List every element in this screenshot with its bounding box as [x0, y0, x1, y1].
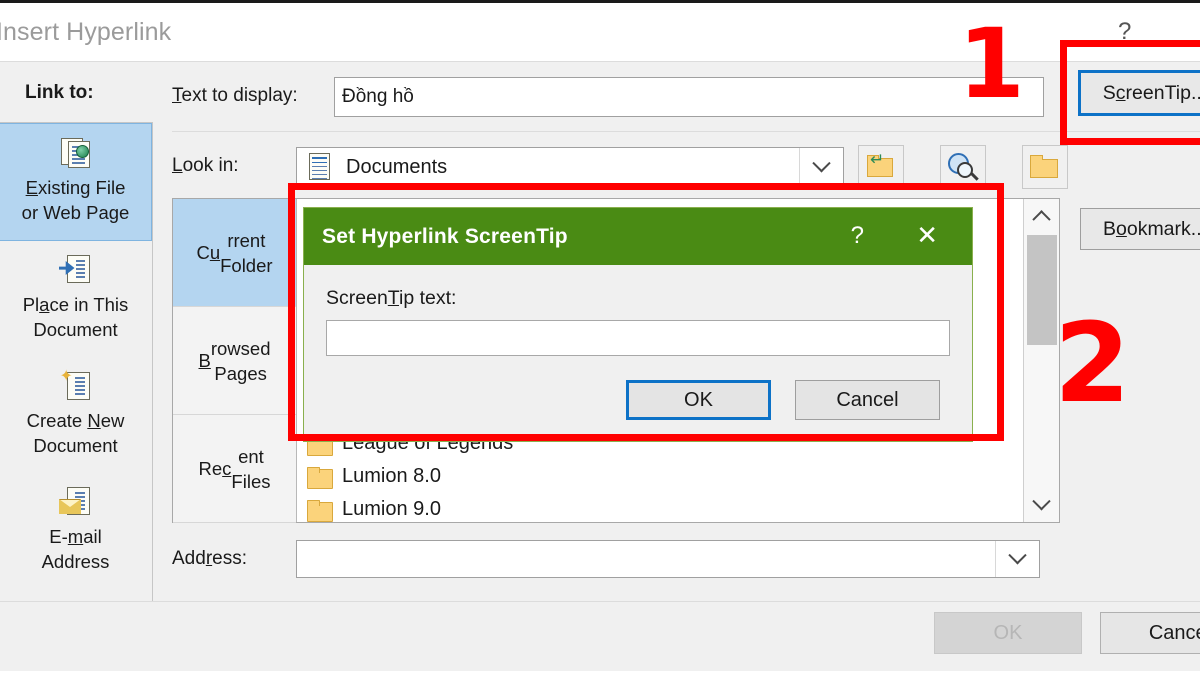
cancel-button[interactable]: Cancel	[1100, 612, 1200, 654]
sidebar-item-place-in-this-document[interactable]: Place in This Document	[0, 241, 152, 357]
look-in-combobox[interactable]: Documents	[296, 147, 844, 187]
look-in-value: Documents	[346, 155, 448, 178]
email-address-icon	[58, 486, 93, 518]
scroll-down-icon[interactable]	[1024, 488, 1059, 522]
tab-recent-files[interactable]: Re c ent Files	[173, 415, 296, 523]
list-item[interactable]: Lumion 8.0	[297, 460, 1059, 493]
documents-folder-icon	[307, 153, 333, 181]
existing-file-or-web-page-icon	[59, 137, 93, 169]
annotation-marker-1: 1	[958, 8, 1025, 120]
bookmark-button[interactable]: Bookmark...	[1080, 208, 1200, 250]
annotation-box-screentip-button	[1060, 40, 1200, 145]
sidebar-item-email-address[interactable]: E-mail Address	[0, 473, 152, 589]
file-name: Lumion 8.0	[342, 465, 441, 487]
folder-icon	[307, 466, 333, 489]
sidebar-item-create-new-document[interactable]: ✦ Create New Document	[0, 357, 152, 473]
create-new-document-icon: ✦	[59, 369, 93, 402]
text-to-display-input[interactable]: Đồng hồ	[334, 77, 1044, 117]
list-item[interactable]: Lumion 9.0	[297, 493, 1059, 522]
ok-button[interactable]: OK	[934, 612, 1082, 654]
sidebar-item-label: Place in This Document	[22, 294, 129, 340]
look-in-label: Look in:	[172, 155, 239, 176]
folder-icon	[307, 499, 333, 522]
ok-button-label: OK	[993, 621, 1023, 644]
window-bottom-border	[0, 671, 1200, 675]
sidebar-item-label: Existing File or Web Page	[21, 177, 130, 223]
sidebar-item-existing-file-or-web-page[interactable]: Existing File or Web Page	[0, 123, 152, 241]
scrollbar-thumb[interactable]	[1027, 235, 1057, 345]
file-name: Lumion 9.0	[342, 498, 441, 520]
insert-hyperlink-dialog: Insert Hyperlink ? Link to: Existing Fil…	[0, 0, 1200, 675]
sidebar-item-label: E-mail Address	[41, 526, 110, 572]
tab-current-folder[interactable]: Cu rrent Folder	[173, 199, 296, 307]
divider-top	[172, 131, 1200, 132]
address-label: Address:	[172, 548, 247, 569]
window-title: Insert Hyperlink	[0, 18, 172, 46]
look-in-dropdown-arrow[interactable]	[799, 148, 843, 186]
address-dropdown-arrow[interactable]	[995, 541, 1039, 577]
sidebar-item-label: Create New Document	[26, 410, 125, 456]
text-to-display-value: Đồng hồ	[342, 86, 414, 107]
text-to-display-label: Text to display:	[172, 85, 298, 106]
annotation-box-screentip-dialog	[288, 183, 1004, 441]
browser-tab-column: Cu rrent Folder Browsed Pages Re c ent Files	[173, 199, 297, 523]
browse-for-file-icon[interactable]	[1022, 145, 1068, 189]
address-input[interactable]	[296, 540, 1040, 578]
annotation-marker-2: 2	[1054, 299, 1131, 427]
link-to-label: Link to:	[25, 82, 94, 103]
scroll-up-icon[interactable]	[1024, 199, 1059, 233]
link-to-list: Existing File or Web Page Place in This Do…	[0, 122, 153, 642]
cancel-button-label: Cancel	[1148, 621, 1200, 644]
place-in-this-document-icon	[58, 254, 93, 286]
tab-browsed-pages[interactable]: Browsed Pages	[173, 307, 296, 415]
bookmark-button-label: Bookmark...	[1102, 217, 1200, 240]
